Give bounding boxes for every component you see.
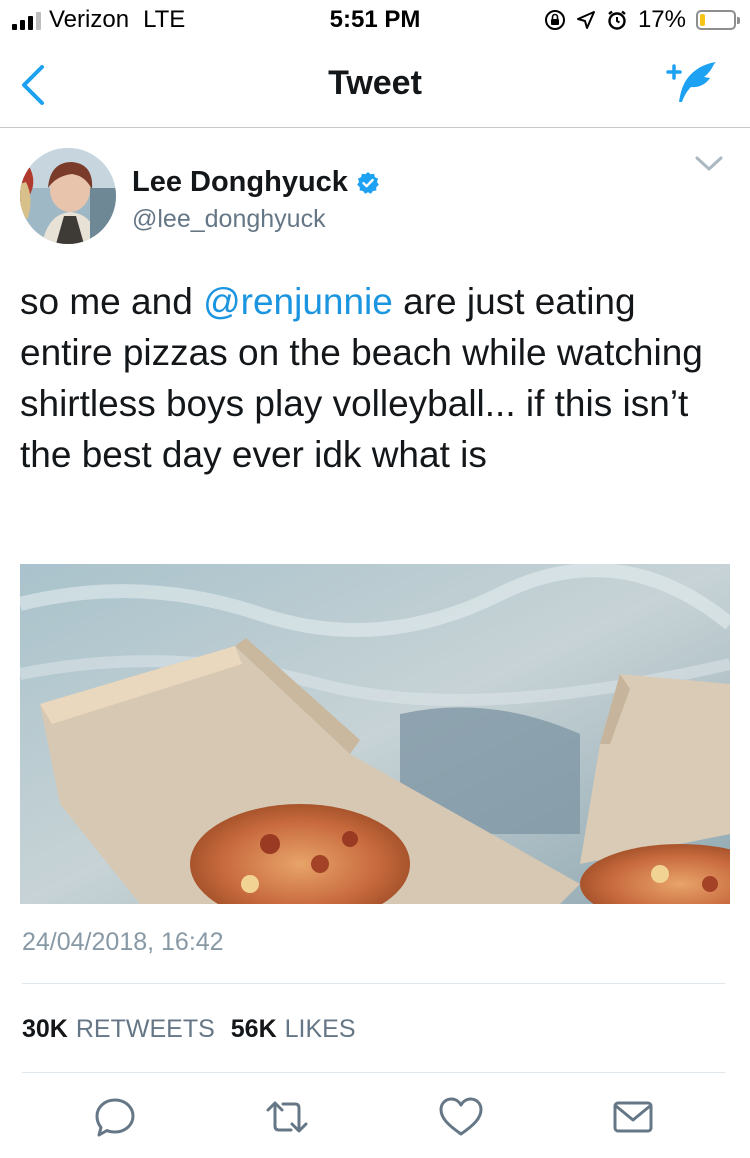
likes-label: LIKES [284, 1015, 356, 1043]
battery-level [700, 14, 706, 26]
likes-stat[interactable]: 56K LIKES [231, 1015, 356, 1044]
author-name-text: Lee Donghyuck [132, 166, 348, 198]
tweet-stats: 30K RETWEETS 56K LIKES [22, 1015, 356, 1044]
likes-count: 56K [230, 1015, 277, 1043]
navigation-bar: Tweet [0, 44, 750, 128]
verified-badge-icon [357, 171, 379, 194]
status-bar-right: 17% [544, 6, 740, 34]
tweet-text-start: so me and [20, 281, 204, 322]
chevron-left-icon[interactable] [16, 62, 56, 108]
avatar[interactable] [20, 148, 116, 244]
divider [22, 1072, 725, 1073]
mention-link[interactable]: @renjunnie [203, 281, 393, 322]
tweet-photo[interactable] [20, 564, 730, 904]
author-handle[interactable]: @lee_donghyuck [132, 205, 326, 234]
tweet-timestamp: 24/04/2018, 16:42 [22, 928, 224, 956]
chevron-down-icon[interactable] [694, 154, 724, 174]
tweet-action-bar [0, 1092, 750, 1142]
retweets-label: RETWEETS [75, 1015, 215, 1043]
reply-icon[interactable] [90, 1092, 140, 1142]
location-arrow-icon [576, 11, 595, 29]
divider [22, 983, 725, 984]
author-name[interactable]: Lee Donghyuck [132, 166, 380, 199]
alarm-icon [608, 10, 626, 30]
retweet-icon[interactable] [262, 1092, 312, 1142]
rotation-lock-icon [544, 10, 565, 30]
battery-icon [696, 10, 740, 30]
tweet-text: so me and @renjunnie are just eating ent… [20, 276, 720, 480]
battery-percent: 17% [637, 6, 686, 33]
page-title: Tweet [328, 64, 422, 102]
status-bar: Verizon LTE 5:51 PM 17% [0, 0, 750, 40]
like-icon[interactable] [436, 1092, 486, 1142]
direct-message-icon[interactable] [608, 1092, 658, 1142]
retweets-count: 30K [22, 1015, 68, 1043]
compose-quill-icon[interactable] [666, 58, 720, 108]
retweets-stat[interactable]: 30K RETWEETS [22, 1015, 215, 1044]
